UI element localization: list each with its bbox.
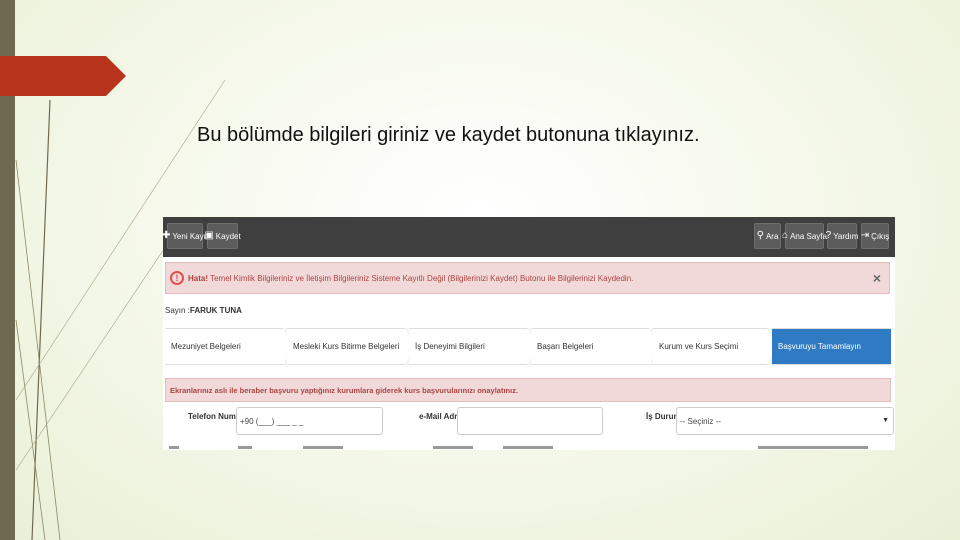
close-icon[interactable]: × — [873, 270, 881, 286]
help-button[interactable]: ? Yardım — [825, 223, 859, 249]
approval-notice: Ekranlarınız aslı ile beraber başvuru ya… — [165, 378, 891, 402]
logout-icon: ⇥ — [860, 230, 870, 241]
step-label: İş Deneyimi Bilgileri — [415, 342, 485, 351]
warning-icon: ! — [170, 271, 184, 285]
step-complete-application[interactable]: Başvuruyu Tamamlayın — [772, 328, 891, 365]
error-alert: ! Hata! Temel Kimlik Bilgileriniz ve İle… — [165, 262, 890, 294]
logout-label: Çıkış — [871, 231, 890, 241]
save-button[interactable]: ▣ Kaydet — [204, 223, 241, 249]
step-achievement-documents[interactable]: Başarı Belgeleri — [531, 328, 658, 365]
error-prefix: Hata! — [188, 273, 209, 283]
step-label: Kurum ve Kurs Seçimi — [659, 342, 739, 351]
step-label: Başvuruyu Tamamlayın — [778, 342, 861, 351]
search-button[interactable]: ⚲ Ara — [754, 223, 781, 249]
user-label: Sayın : — [165, 306, 190, 315]
cropped-table-header — [163, 446, 895, 450]
email-field[interactable] — [457, 407, 603, 435]
slide-accent-tab — [0, 56, 126, 96]
home-label: Ana Sayfa — [790, 231, 827, 241]
job-status-select[interactable]: -- Seçiniz -- ▼ — [676, 407, 894, 435]
search-icon: ⚲ — [756, 230, 764, 241]
step-graduation-documents[interactable]: Mezuniyet Belgeleri — [165, 328, 292, 365]
job-status-value: -- Seçiniz -- — [680, 416, 721, 426]
step-vocational-course-documents[interactable]: Mesleki Kurs Bitirme Belgeleri — [287, 328, 414, 365]
new-record-label: Yeni Kayıt — [172, 231, 209, 241]
save-label: Kaydet — [215, 231, 241, 241]
slide-instruction-text: Bu bölümde bilgileri giriniz ve kaydet b… — [197, 124, 700, 146]
step-label: Mesleki Kurs Bitirme Belgeleri — [293, 342, 400, 351]
step-institution-course-selection[interactable]: Kurum ve Kurs Seçimi — [653, 328, 776, 365]
plus-icon: ✚ — [163, 230, 171, 241]
floppy-icon: ▣ — [204, 230, 214, 241]
step-label: Mezuniyet Belgeleri — [171, 342, 241, 351]
user-name: FARUK TUNA — [189, 306, 242, 315]
home-icon: ⌂ — [782, 230, 789, 241]
error-text: Temel Kimlik Bilgileriniz ve İletişim Bi… — [210, 273, 634, 283]
error-message: Hata! Temel Kimlik Bilgileriniz ve İleti… — [188, 274, 633, 283]
logout-button[interactable]: ⇥ Çıkış — [861, 223, 889, 249]
help-label: Yardım — [833, 231, 859, 241]
wizard-steps: Mezuniyet Belgeleri Mesleki Kurs Bitirme… — [165, 328, 891, 365]
app-toolbar: ✚ Yeni Kayıt ▣ Kaydet ⚲ Ara ⌂ Ana Sayfa … — [163, 217, 895, 257]
step-work-experience[interactable]: İş Deneyimi Bilgileri — [409, 328, 536, 365]
screenshot-panel: ✚ Yeni Kayıt ▣ Kaydet ⚲ Ara ⌂ Ana Sayfa … — [163, 217, 895, 450]
phone-field[interactable]: +90 (___) ___ _ _ — [236, 407, 383, 435]
home-button[interactable]: ⌂ Ana Sayfa — [782, 223, 827, 249]
chevron-down-icon: ▼ — [882, 417, 889, 424]
new-record-button[interactable]: ✚ Yeni Kayıt — [163, 223, 208, 249]
user-greeting: Sayın :FARUK TUNA — [165, 306, 242, 315]
help-icon: ? — [825, 230, 832, 241]
search-label: Ara — [765, 231, 779, 241]
step-label: Başarı Belgeleri — [537, 342, 594, 351]
